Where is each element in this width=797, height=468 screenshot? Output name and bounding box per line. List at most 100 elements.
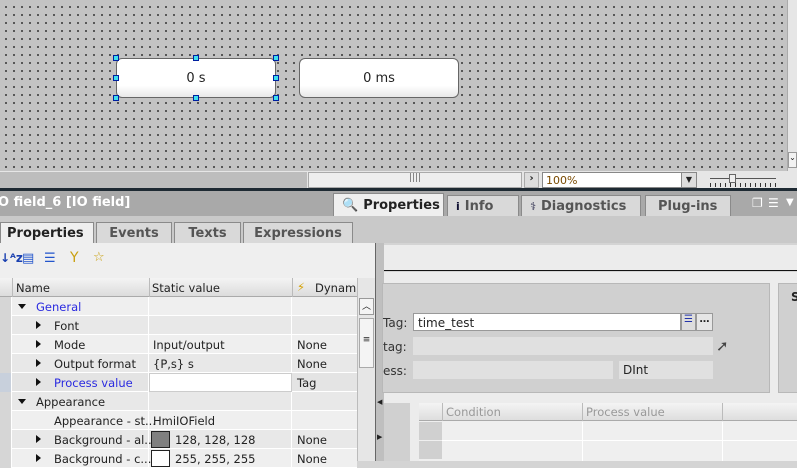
subtab-expressions[interactable]: Expressions: [243, 222, 353, 243]
property-dynamic[interactable]: None: [297, 338, 327, 352]
star-icon[interactable]: ☆: [93, 250, 105, 265]
row-header[interactable]: [0, 449, 12, 468]
subtab-texts[interactable]: Texts: [174, 222, 241, 243]
row-header[interactable]: [0, 354, 12, 373]
list-view-icon[interactable]: ☰: [44, 251, 56, 266]
io-field-milliseconds[interactable]: 0 ms: [299, 58, 459, 98]
expand-icon[interactable]: [36, 359, 41, 367]
column-header-condition[interactable]: Condition: [446, 405, 501, 419]
tab-properties[interactable]: 🔍 Properties: [333, 193, 444, 216]
table-row[interactable]: Background - al... 128, 128, 128 None: [0, 430, 357, 449]
resize-handle[interactable]: [113, 95, 119, 101]
table-row[interactable]: Output format {P,s} s None: [0, 354, 357, 373]
expand-right-icon[interactable]: ▶: [377, 433, 382, 441]
screen-canvas[interactable]: 0 s 0 ms: [0, 0, 787, 171]
collapse-left-icon[interactable]: ◀: [377, 398, 382, 406]
resize-handle[interactable]: [273, 55, 279, 61]
property-dynamic[interactable]: None: [297, 452, 327, 466]
row-header[interactable]: [0, 373, 12, 392]
property-value[interactable]: HmiIOField: [153, 414, 215, 428]
canvas-vertical-scrollbar[interactable]: ⌄: [787, 0, 797, 171]
io-field-value: 0 ms: [363, 70, 395, 86]
table-row[interactable]: Appearance: [0, 392, 357, 411]
go-to-arrow-icon[interactable]: ➚: [716, 337, 729, 355]
tab-info[interactable]: ⅰ Info: [447, 195, 519, 216]
property-value[interactable]: 128, 128, 128: [175, 433, 255, 447]
column-header-name[interactable]: Name: [16, 281, 50, 295]
group-label: S: [791, 290, 797, 304]
sort-icon[interactable]: ↓ᴬz: [0, 251, 23, 265]
property-value[interactable]: {P,s} s: [153, 357, 194, 371]
column-header-process-value[interactable]: Process value: [586, 405, 665, 419]
tag-input[interactable]: time_test: [413, 313, 681, 331]
scroll-track[interactable]: [0, 172, 307, 188]
color-swatch[interactable]: [151, 450, 170, 467]
table-row[interactable]: Process value Tag: [0, 373, 357, 392]
lightning-icon: ⚡: [297, 280, 306, 294]
property-value[interactable]: 255, 255, 255: [175, 452, 255, 466]
window-restore-icon[interactable]: ❐: [752, 196, 763, 210]
chevron-down-icon[interactable]: ▼: [786, 197, 794, 208]
scroll-thumb[interactable]: ≡: [359, 318, 374, 368]
grid-row-header[interactable]: [419, 441, 442, 459]
scroll-up-icon[interactable]: ︿: [359, 298, 374, 315]
filter-icon[interactable]: Y: [70, 250, 79, 266]
expand-icon[interactable]: [36, 378, 41, 386]
io-field-seconds[interactable]: 0 s: [116, 58, 276, 98]
expand-icon[interactable]: [36, 340, 41, 348]
plc-tag-field: [413, 337, 713, 355]
column-header-dynamic[interactable]: Dynami: [315, 281, 357, 295]
scroll-right-icon[interactable]: ›: [524, 172, 539, 188]
properties-vertical-scrollbar[interactable]: ︿ ≡: [357, 278, 375, 461]
expand-icon[interactable]: [36, 435, 41, 443]
collapse-icon[interactable]: [18, 304, 26, 309]
resize-handle[interactable]: [193, 55, 199, 61]
row-header[interactable]: [0, 411, 12, 430]
row-header[interactable]: [0, 335, 12, 354]
resize-handle[interactable]: [113, 55, 119, 61]
row-header[interactable]: [0, 297, 12, 316]
collapse-icon[interactable]: [18, 399, 26, 404]
column-header-static-value[interactable]: Static value: [152, 281, 220, 295]
folder-icon[interactable]: ▤: [22, 251, 34, 266]
zoom-slider[interactable]: [710, 178, 776, 179]
browse-button[interactable]: …: [696, 313, 713, 331]
horizontal-scroll-thumb[interactable]: ||||: [308, 172, 522, 188]
property-dynamic[interactable]: None: [297, 433, 327, 447]
subtab-events[interactable]: Events: [96, 222, 172, 243]
property-value[interactable]: Input/output: [153, 338, 225, 352]
tab-label: Expressions: [254, 225, 342, 241]
resize-handle[interactable]: [273, 75, 279, 81]
scroll-down-icon[interactable]: ⌄: [788, 152, 797, 168]
resize-handle[interactable]: [273, 95, 279, 101]
table-row[interactable]: Mode Input/output None: [0, 335, 357, 354]
list-icon[interactable]: ☰: [768, 196, 779, 210]
row-header[interactable]: [0, 392, 12, 411]
grid-header: Condition Process value: [419, 403, 797, 421]
row-header[interactable]: [0, 316, 12, 335]
tab-diagnostics[interactable]: ⚕ Diagnostics: [521, 195, 641, 216]
table-row[interactable]: Background - c... 255, 255, 255 None: [0, 449, 357, 468]
io-field-value: 0 s: [186, 70, 206, 86]
subtab-properties[interactable]: Properties: [0, 222, 94, 243]
zoom-dropdown[interactable]: 100% ▼: [542, 172, 697, 188]
chevron-down-icon[interactable]: ▼: [681, 173, 696, 187]
row-header[interactable]: [0, 430, 12, 449]
resize-handle[interactable]: [193, 95, 199, 101]
property-name: Process value: [54, 376, 133, 390]
table-row[interactable]: General: [0, 297, 357, 316]
property-name: Output format: [54, 357, 136, 371]
table-row[interactable]: Font: [0, 316, 357, 335]
property-name: Font: [54, 319, 80, 333]
property-dynamic[interactable]: Tag: [297, 376, 316, 390]
tab-plug-ins[interactable]: Plug-ins: [645, 195, 731, 216]
property-name: Appearance: [36, 395, 106, 409]
tag-list-icon[interactable]: ☰: [681, 313, 696, 331]
expand-icon[interactable]: [36, 321, 41, 329]
color-swatch[interactable]: [151, 431, 170, 448]
grid-row-header[interactable]: [419, 422, 442, 440]
table-row[interactable]: Appearance - st... HmiIOField: [0, 411, 357, 430]
resize-handle[interactable]: [113, 75, 119, 81]
property-dynamic[interactable]: None: [297, 357, 327, 371]
zoom-slider-handle[interactable]: [729, 174, 736, 183]
